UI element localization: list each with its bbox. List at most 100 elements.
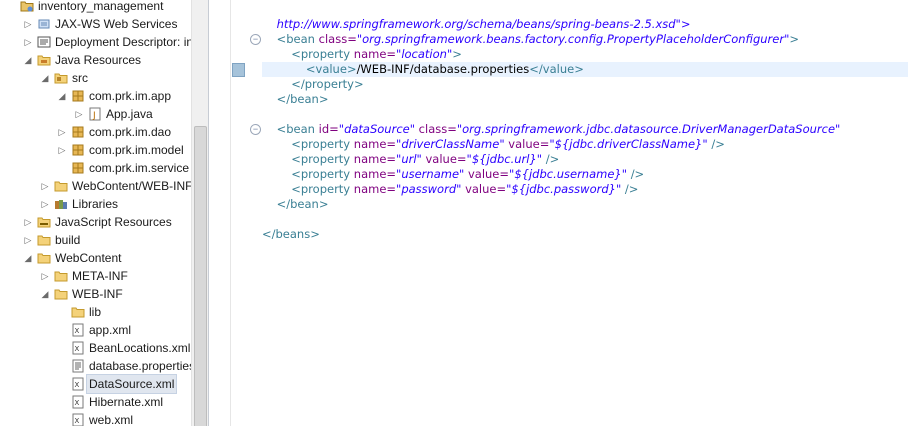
xml-tag: <property — [291, 167, 351, 181]
code-line: <property name="driverClassName" value="… — [262, 137, 725, 152]
xml-attribute-name: class= — [318, 32, 357, 46]
xml-tag: /> — [630, 167, 645, 181]
tree-item[interactable]: ◢ WEB-INF — [0, 285, 190, 303]
webservices-icon — [37, 17, 51, 31]
tree-item[interactable]: ▷ build — [0, 231, 190, 249]
java-resources-icon — [37, 53, 51, 67]
xml-tag: </value> — [529, 62, 584, 76]
collapsed-twisty-icon[interactable]: ▷ — [57, 141, 67, 159]
tree-item-label: com.prk.im.app — [89, 89, 172, 103]
explorer-scrollbar-thumb[interactable] — [194, 126, 207, 426]
xml-attribute-value: "org.springframework.beans.factory.confi… — [356, 32, 790, 46]
code-line: </property> — [262, 77, 363, 92]
xml-file-icon: X — [71, 395, 85, 409]
xml-attribute-name: name= — [353, 152, 397, 166]
expanded-twisty-icon[interactable]: ◢ — [40, 285, 50, 303]
svg-text:X: X — [75, 345, 80, 353]
tree-item[interactable]: lib — [0, 303, 190, 321]
tree-item[interactable]: ▷ Deployment Descriptor: inv — [0, 33, 200, 51]
java-file-icon: J — [88, 107, 102, 121]
tree-item-label: src — [72, 71, 88, 85]
tree-item[interactable]: ▷ com.prk.im.dao — [0, 123, 190, 141]
tree-item-label: Libraries — [72, 197, 119, 211]
tree-item[interactable]: X BeanLocations.xml — [0, 339, 190, 357]
xml-editor[interactable]: http://www.springframework.org/schema/be… — [262, 0, 908, 426]
empty-twisty — [57, 357, 67, 375]
tree-item-label: web.xml — [89, 413, 134, 426]
xml-tag: </bean> — [276, 197, 329, 211]
tree-item-label: app.xml — [89, 323, 132, 337]
xml-tag: <bean — [276, 122, 315, 136]
fold-collapse-icon[interactable]: − — [250, 34, 261, 45]
code-line: <bean id="dataSource" class="org.springf… — [262, 122, 841, 137]
xml-tag: /> — [545, 152, 560, 166]
collapsed-twisty-icon[interactable]: ▷ — [23, 213, 33, 231]
xml-attribute-value: "${jdbc.url}" — [466, 152, 543, 166]
xml-file-icon: X — [71, 323, 85, 337]
tree-item[interactable]: com.prk.im.service — [0, 159, 190, 177]
collapsed-twisty-icon[interactable]: ▷ — [23, 33, 33, 51]
current-code-line: <value>/WEB-INF/database.properties</val… — [262, 62, 908, 77]
tree-item[interactable]: ◢ com.prk.im.app — [0, 87, 190, 105]
tree-item[interactable]: ◢ WebContent — [0, 249, 190, 267]
svg-text:X: X — [75, 417, 80, 425]
tree-item[interactable]: X DataSource.xml — [0, 374, 190, 394]
collapsed-twisty-icon[interactable]: ▷ — [57, 123, 67, 141]
tree-item-label: com.prk.im.model — [89, 143, 184, 157]
tree-item[interactable]: ▷ META-INF — [0, 267, 190, 285]
tree-item[interactable]: ◢ src — [0, 69, 190, 87]
project-explorer: inventory_management ▷ JAX-WS Web Services… — [0, 0, 209, 426]
xml-attribute-name: value= — [508, 137, 550, 151]
tree-item[interactable]: ▷ JavaScript Resources — [0, 213, 190, 231]
tree-item-label: build — [55, 233, 81, 247]
tree-item-label: JavaScript Resources — [55, 215, 172, 229]
code-line: </bean> — [262, 197, 329, 212]
collapsed-twisty-icon[interactable]: ▷ — [40, 267, 50, 285]
svg-text:X: X — [75, 399, 80, 407]
tree-item[interactable]: ▷ WebContent/WEB-INF — [0, 177, 193, 195]
tree-item[interactable]: Xweb.xml — [0, 411, 190, 426]
xml-attribute-name: value= — [425, 152, 467, 166]
expanded-twisty-icon[interactable]: ◢ — [57, 87, 67, 105]
xml-tag: /> — [711, 137, 725, 151]
expanded-twisty-icon[interactable]: ◢ — [40, 69, 50, 87]
xml-file-icon: X — [71, 341, 85, 355]
xml-text-content: /WEB-INF/database.properties — [356, 62, 530, 76]
tree-item-label: META-INF — [72, 269, 128, 283]
xml-tag: <property — [291, 137, 351, 151]
xml-attribute-value: "${jdbc.driverClassName}" — [549, 137, 708, 151]
empty-twisty — [57, 321, 67, 339]
tree-item[interactable]: database.properties — [0, 357, 195, 375]
xml-file-icon: X — [71, 377, 85, 391]
tree-item-label: WEB-INF — [72, 287, 123, 301]
tree-item[interactable]: ▷ JAX-WS Web Services — [0, 15, 190, 33]
expanded-twisty-icon[interactable]: ◢ — [23, 249, 33, 267]
tree-item[interactable]: ▷ J App.java — [0, 105, 190, 123]
code-line: </bean> — [262, 92, 329, 107]
tree-item[interactable]: Xapp.xml — [0, 321, 190, 339]
tree-item-label: JAX-WS Web Services — [55, 17, 178, 31]
tree-item-label: inventory_management — [38, 0, 164, 13]
xml-attribute-value: "password" — [396, 182, 462, 196]
explorer-vertical-scrollbar[interactable] — [191, 0, 208, 426]
tree-item-label: WebContent — [55, 251, 122, 265]
collapsed-twisty-icon[interactable]: ▷ — [74, 105, 84, 123]
xml-attribute-value: "dataSource" — [338, 122, 416, 136]
expanded-twisty-icon[interactable]: ◢ — [23, 51, 33, 69]
tree-item[interactable]: ▷ com.prk.im.model — [0, 141, 190, 159]
collapsed-twisty-icon[interactable]: ▷ — [40, 195, 50, 213]
code-line: <property name="location"> — [262, 47, 462, 62]
collapsed-twisty-icon[interactable]: ▷ — [23, 231, 33, 249]
xml-attribute-name: class= — [418, 122, 457, 136]
fold-collapse-icon[interactable]: − — [250, 124, 261, 135]
folder-icon — [54, 269, 68, 283]
tree-item[interactable]: ▷ Libraries — [0, 195, 190, 213]
tree-item[interactable]: X Hibernate.xml — [0, 393, 190, 411]
xml-attribute-value: "url" — [396, 152, 422, 166]
empty-twisty — [57, 339, 67, 357]
collapsed-twisty-icon[interactable]: ▷ — [23, 15, 33, 33]
xml-attribute-name: id= — [318, 122, 339, 136]
tree-item[interactable]: ◢ Java Resources — [0, 51, 190, 69]
tree-item[interactable]: inventory_management — [0, 0, 190, 15]
collapsed-twisty-icon[interactable]: ▷ — [40, 177, 50, 195]
